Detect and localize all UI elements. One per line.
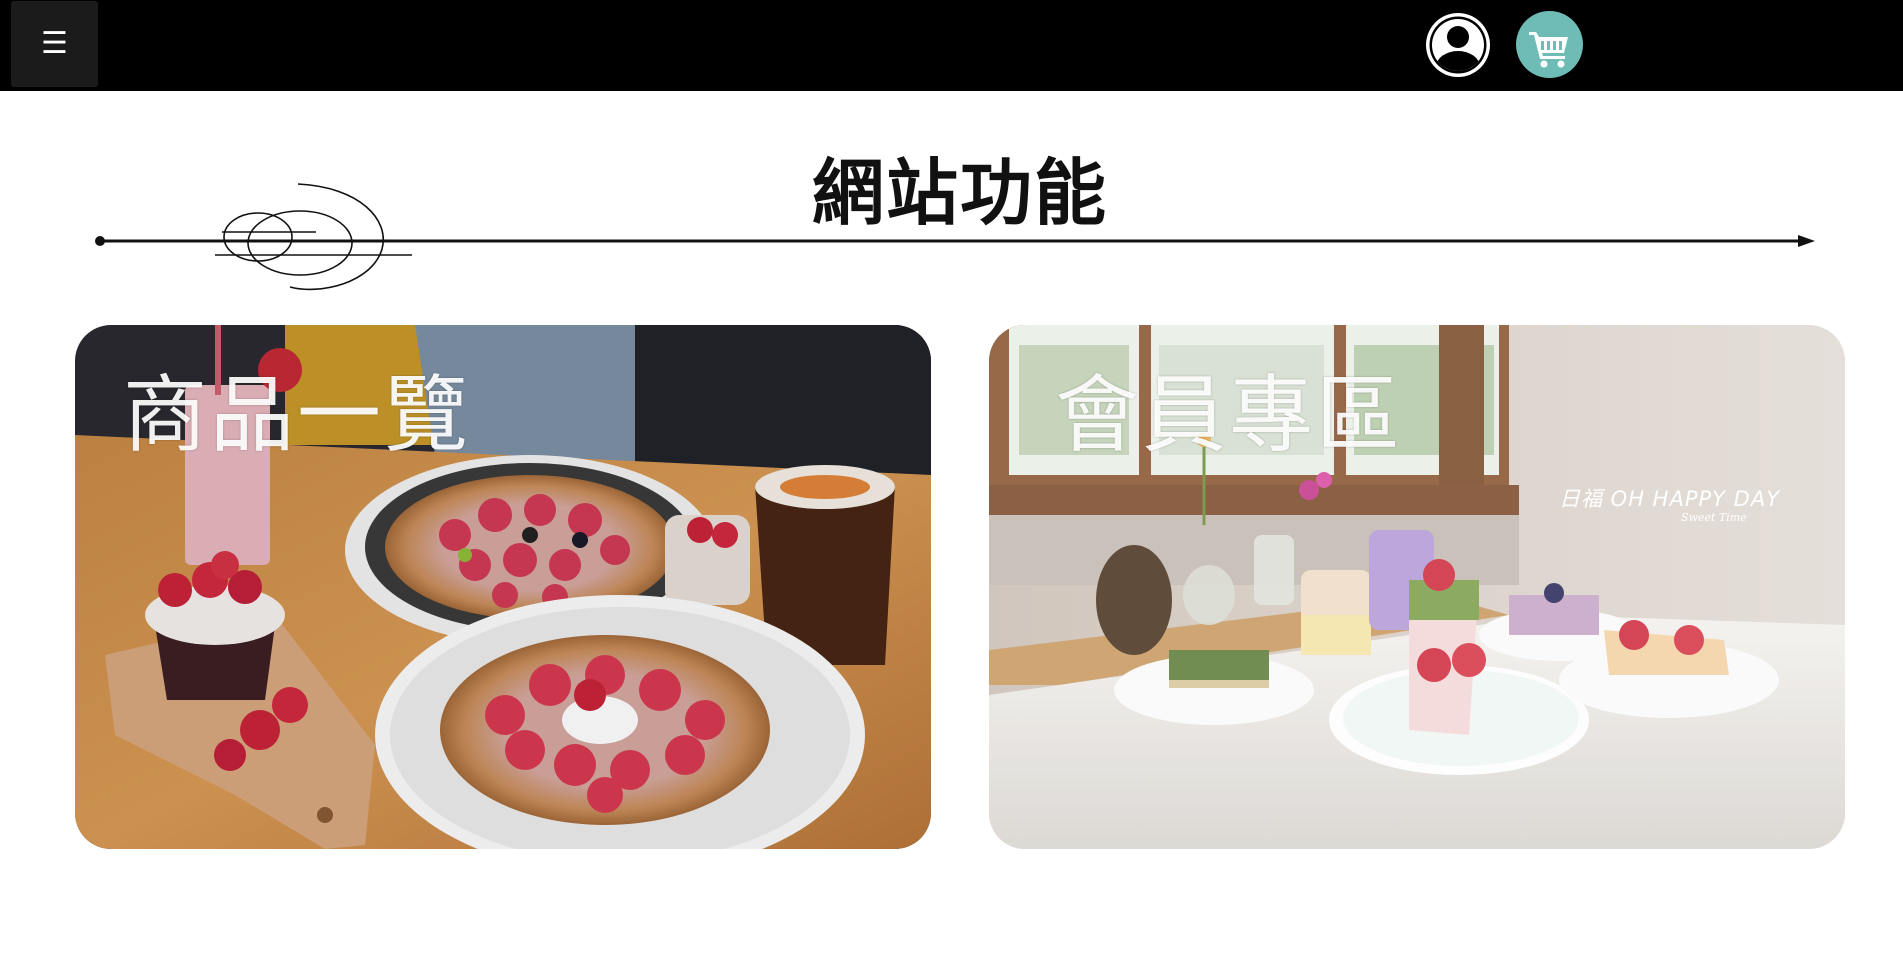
card-title: 會員專區 [1055,366,1404,464]
card-title: 商品一覽 [123,366,472,464]
section-title: 網站功能 [811,151,1108,235]
cart-button[interactable] [1516,11,1583,78]
top-navigation-bar: ☰ [0,0,1903,91]
photo-watermark-signature: Sweet Time [1681,511,1747,524]
menu-button[interactable]: ☰ [11,1,98,87]
hamburger-menu-icon: ☰ [41,26,68,61]
shopping-cart-icon [1516,11,1583,78]
product-list-card[interactable]: 商品一覽 [75,325,931,849]
member-area-card[interactable]: 日福 OH HAPPY DAY Sweet Time 會員專區 [989,325,1845,849]
photo-watermark: 日福 OH HAPPY DAY [1559,487,1781,511]
account-button[interactable] [1424,11,1492,79]
user-account-icon [1426,13,1490,77]
